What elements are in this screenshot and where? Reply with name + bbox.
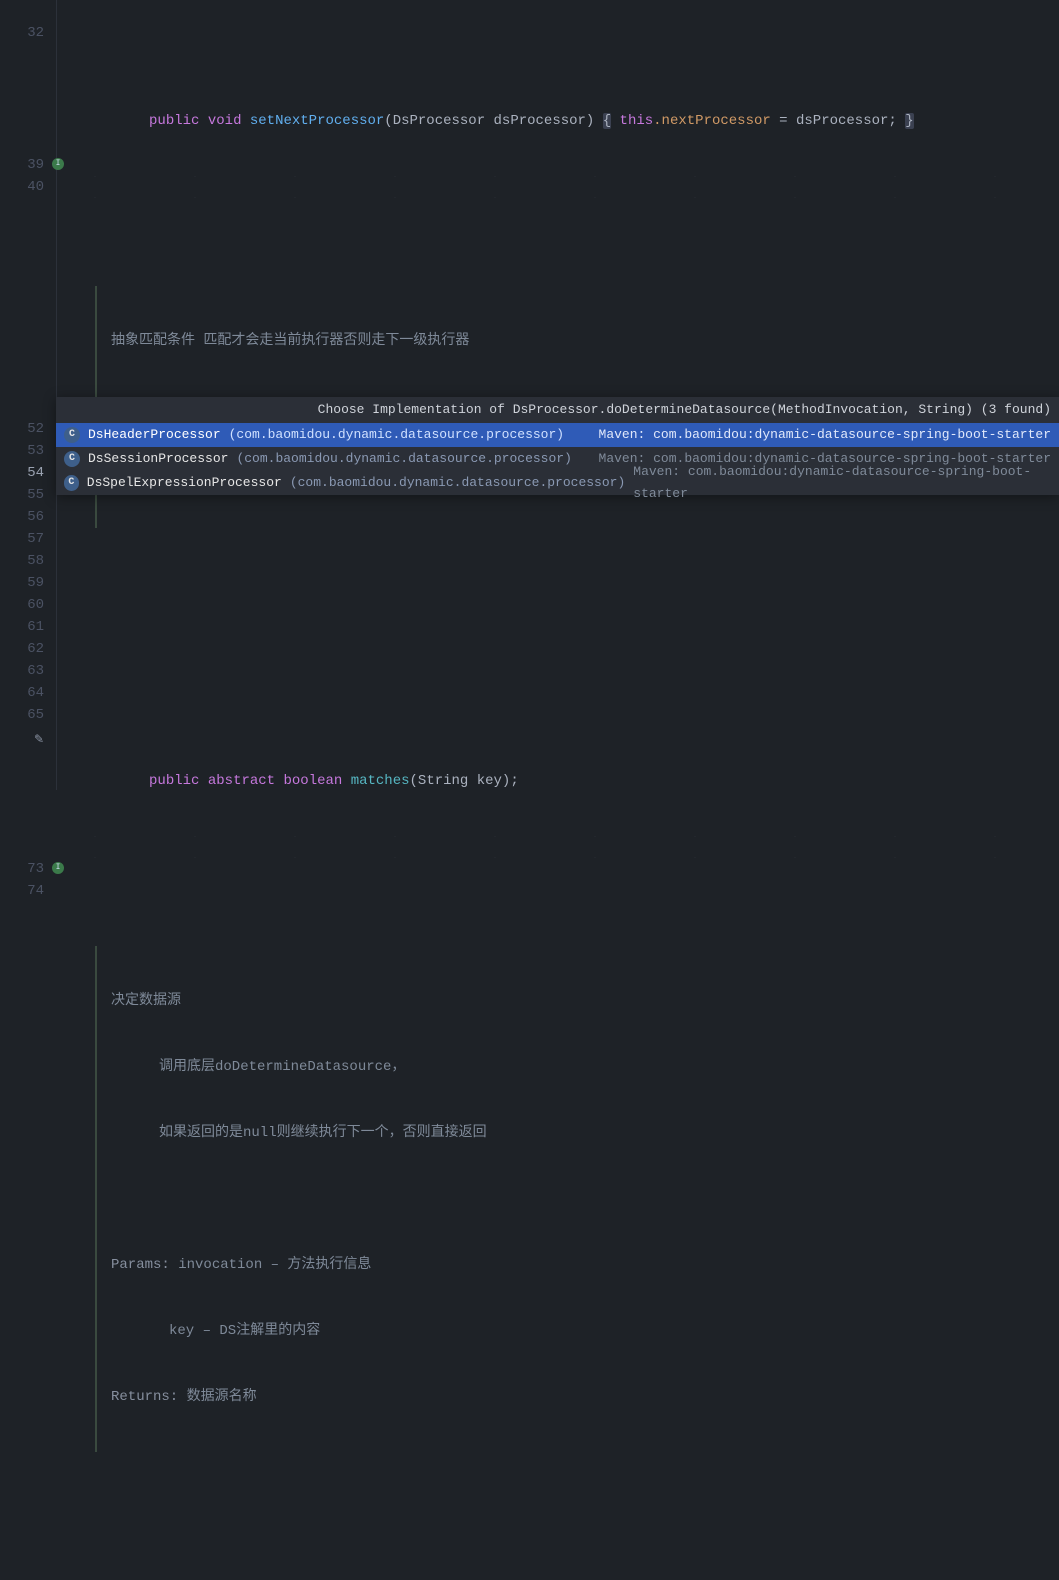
gutter-line[interactable] bbox=[0, 308, 44, 330]
gutter-line[interactable]: 73I bbox=[0, 858, 44, 880]
gutter-line[interactable] bbox=[0, 836, 44, 858]
class-icon: C bbox=[64, 475, 79, 491]
gutter-line[interactable] bbox=[0, 198, 44, 220]
gutter-line[interactable]: 62 bbox=[0, 638, 44, 660]
gutter-line[interactable] bbox=[0, 286, 44, 308]
gutter-line[interactable] bbox=[0, 220, 44, 242]
gutter-line[interactable] bbox=[0, 352, 44, 374]
doc-text: 抽象匹配条件 匹配才会走当前执行器否则走下一级执行器 bbox=[111, 333, 469, 349]
implementation-row[interactable]: C DsSpelExpressionProcessor (com.baomidou… bbox=[56, 471, 1059, 495]
class-icon: C bbox=[64, 427, 80, 443]
popup-list[interactable]: C DsHeaderProcessor (com.baomidou.dynamic… bbox=[56, 423, 1059, 495]
gutter-line[interactable]: 64 bbox=[0, 682, 44, 704]
gutter-line[interactable]: 55 bbox=[0, 484, 44, 506]
popup-title: Choose Implementation of DsProcessor.doD… bbox=[56, 397, 1059, 423]
package-name: (com.baomidou.dynamic.datasource.process… bbox=[236, 448, 571, 470]
gutter-line[interactable] bbox=[0, 770, 44, 792]
gutter-line[interactable]: ✎ bbox=[0, 726, 44, 748]
method-name: setNextProcessor bbox=[250, 113, 384, 129]
gutter-line[interactable] bbox=[0, 330, 44, 352]
gutter-line[interactable]: 32 bbox=[0, 22, 44, 44]
implementation-popup[interactable]: Choose Implementation of DsProcessor.doD… bbox=[56, 397, 1059, 495]
keyword: public bbox=[149, 113, 199, 129]
gutter-line[interactable]: 74 bbox=[0, 880, 44, 902]
gutter-line[interactable] bbox=[0, 242, 44, 264]
package-name: (com.baomidou.dynamic.datasource.process… bbox=[229, 424, 564, 446]
class-icon: C bbox=[64, 451, 80, 467]
maven-coords: Maven: com.baomidou:dynamic-datasource-s… bbox=[633, 461, 1051, 505]
editor: 3239I405253545556575859606162636465✎73I7… bbox=[0, 0, 1059, 790]
gutter-line[interactable] bbox=[0, 110, 44, 132]
gutter-line[interactable] bbox=[0, 88, 44, 110]
gutter-line[interactable]: 63 bbox=[0, 660, 44, 682]
gutter-line[interactable] bbox=[0, 792, 44, 814]
javadoc-block: 决定数据源 调用底层doDetermineDatasource， 如果返回的是n… bbox=[95, 946, 1059, 1452]
package-name: (com.baomidou.dynamic.datasource.process… bbox=[290, 472, 625, 494]
gutter-line[interactable]: 40 bbox=[0, 176, 44, 198]
gutter-line[interactable]: 58 bbox=[0, 550, 44, 572]
code-line[interactable]: public abstract boolean matches(String k… bbox=[65, 748, 1059, 770]
gutter-line[interactable]: 52 bbox=[0, 418, 44, 440]
class-name: DsHeaderProcessor bbox=[88, 424, 221, 446]
gutter-line[interactable]: 65 bbox=[0, 704, 44, 726]
code-line[interactable]: public void setNextProcessor(DsProcessor… bbox=[65, 88, 1059, 110]
gutter-line[interactable] bbox=[0, 396, 44, 418]
gutter-line[interactable] bbox=[0, 66, 44, 88]
class-name: DsSessionProcessor bbox=[88, 448, 228, 470]
gutter-line[interactable] bbox=[0, 374, 44, 396]
gutter-line[interactable]: 53 bbox=[0, 440, 44, 462]
gutter-line[interactable] bbox=[0, 748, 44, 770]
has-implementations-icon[interactable]: I bbox=[52, 862, 64, 874]
gutter-line[interactable]: 54 bbox=[0, 462, 44, 484]
gutter-line[interactable] bbox=[0, 132, 44, 154]
gutter-line[interactable] bbox=[0, 264, 44, 286]
code-area[interactable]: public void setNextProcessor(DsProcessor… bbox=[57, 0, 1059, 790]
class-name: DsSpelExpressionProcessor bbox=[87, 472, 282, 494]
gutter-line[interactable]: 57 bbox=[0, 528, 44, 550]
code-line[interactable] bbox=[65, 176, 1059, 198]
gutter-line[interactable]: 61 bbox=[0, 616, 44, 638]
gutter-line[interactable]: 59 bbox=[0, 572, 44, 594]
gutter-line[interactable] bbox=[0, 0, 44, 22]
gutter-line[interactable]: 60 bbox=[0, 594, 44, 616]
implementation-row[interactable]: C DsHeaderProcessor (com.baomidou.dynamic… bbox=[56, 423, 1059, 447]
gutter-line[interactable] bbox=[0, 44, 44, 66]
method-name: matches bbox=[351, 773, 410, 789]
gutter-line[interactable] bbox=[0, 902, 44, 924]
gutter-line[interactable]: 56 bbox=[0, 506, 44, 528]
gutter-line[interactable]: 39I bbox=[0, 154, 44, 176]
gutter-line[interactable] bbox=[0, 814, 44, 836]
maven-coords: Maven: com.baomidou:dynamic-datasource-s… bbox=[599, 424, 1051, 446]
gutter: 3239I405253545556575859606162636465✎73I7… bbox=[0, 0, 56, 790]
